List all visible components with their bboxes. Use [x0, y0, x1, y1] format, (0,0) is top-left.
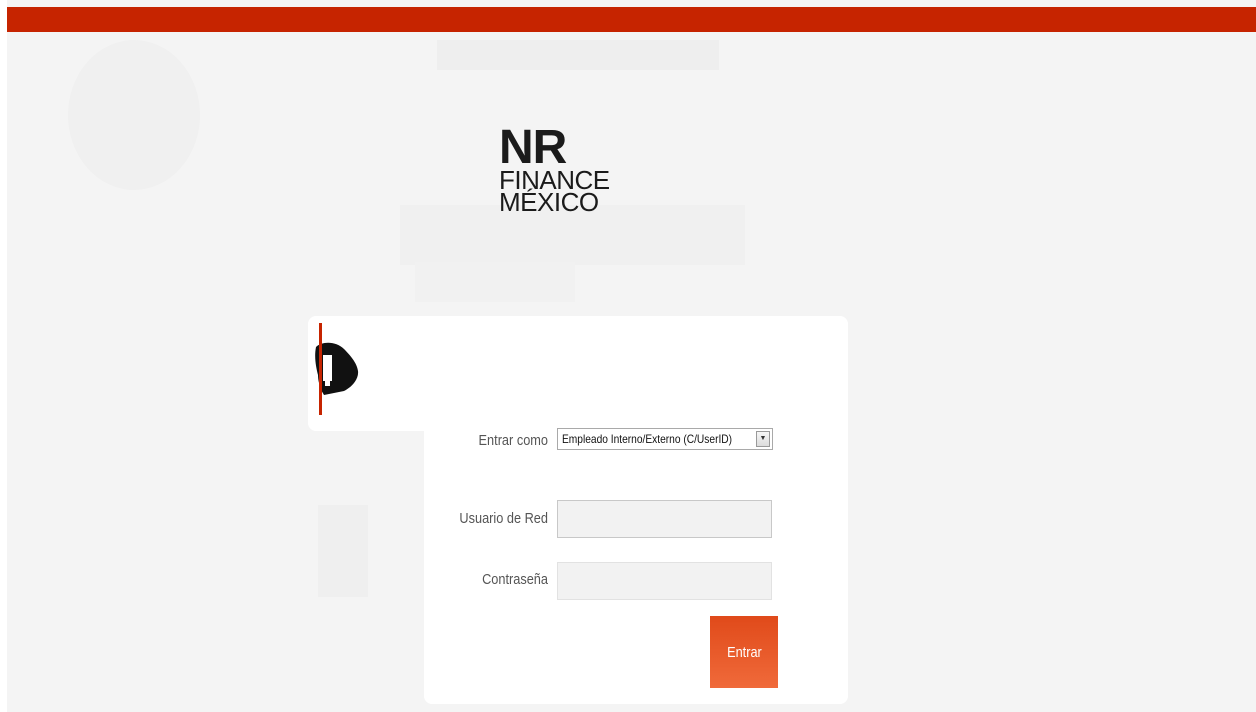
- logo-mexico-text: MÉXICO: [499, 187, 599, 217]
- chevron-down-icon[interactable]: ▼: [756, 431, 770, 447]
- password-label: Contraseña: [482, 571, 548, 588]
- background-decoration: [68, 40, 200, 190]
- role-label: Entrar como: [478, 432, 548, 449]
- logo-nr-text: NR: [499, 121, 567, 174]
- password-input[interactable]: [557, 562, 772, 600]
- role-select-value: Empleado Interno/Externo (C/UserID): [562, 432, 733, 446]
- submit-button-label: Entrar: [726, 643, 762, 661]
- username-label: Usuario de Red: [459, 510, 548, 527]
- background-decoration: [415, 262, 575, 302]
- login-page: NR FINANCE MÉXICO Entrar como Empleado I…: [0, 0, 1256, 712]
- background-decoration: [437, 40, 719, 70]
- username-input[interactable]: [557, 500, 772, 538]
- user-avatar-icon: [315, 323, 359, 415]
- top-accent-bar: [7, 7, 1256, 32]
- submit-button[interactable]: Entrar: [710, 616, 778, 688]
- brand-logo: NR FINANCE MÉXICO: [499, 121, 610, 217]
- background-decoration: [318, 505, 368, 597]
- role-select[interactable]: Empleado Interno/Externo (C/UserID) ▼: [557, 428, 773, 450]
